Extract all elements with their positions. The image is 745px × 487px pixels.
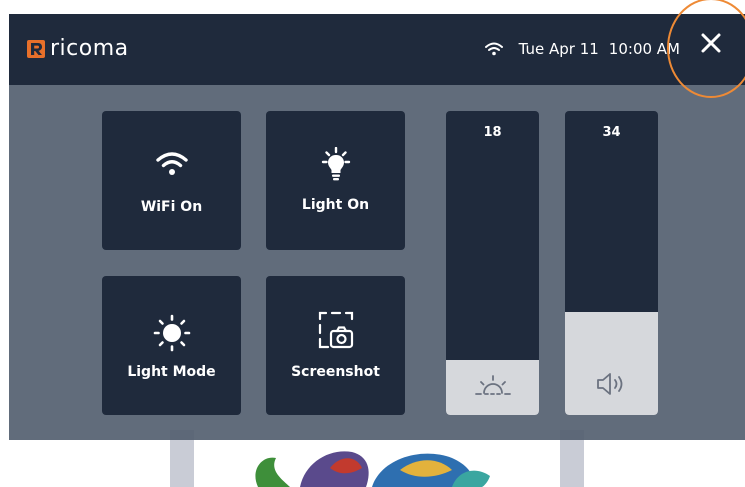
close-icon bbox=[701, 33, 721, 53]
brand-name: ricoma bbox=[50, 36, 129, 61]
lightbulb-icon bbox=[321, 147, 350, 181]
ricoma-logo-mark bbox=[27, 40, 45, 58]
speaker-icon bbox=[596, 373, 622, 395]
status-area: Tue Apr 11 10:00 AM bbox=[484, 40, 680, 58]
screenshot-tile[interactable]: Screenshot bbox=[266, 276, 405, 415]
brightness-icon bbox=[474, 375, 511, 395]
volume-value: 34 bbox=[602, 125, 621, 140]
light-toggle-tile[interactable]: Light On bbox=[266, 111, 405, 250]
time-text: 10:00 AM bbox=[608, 40, 680, 58]
volume-fill bbox=[565, 311, 658, 415]
brightness-value: 18 bbox=[483, 125, 502, 140]
wifi-toggle-label: WiFi On bbox=[140, 199, 203, 215]
brightness-slider[interactable]: 18 bbox=[446, 111, 539, 415]
screenshot-label: Screenshot bbox=[291, 364, 380, 380]
volume-slider[interactable]: 34 bbox=[565, 111, 658, 415]
wifi-toggle-tile[interactable]: WiFi On bbox=[102, 111, 241, 250]
wifi-icon bbox=[484, 42, 503, 56]
screenshot-icon bbox=[318, 311, 353, 349]
date-text: Tue Apr 11 bbox=[518, 40, 599, 58]
light-toggle-label: Light On bbox=[301, 197, 370, 213]
sun-icon bbox=[153, 314, 190, 352]
top-bar: ricoma Tue Apr 11 10:00 AM bbox=[9, 14, 745, 85]
wifi-icon bbox=[155, 152, 188, 175]
light-mode-tile[interactable]: Light Mode bbox=[102, 276, 241, 415]
light-mode-label: Light Mode bbox=[127, 364, 216, 380]
ricoma-logo: ricoma bbox=[27, 38, 129, 60]
close-button[interactable] bbox=[688, 20, 734, 66]
